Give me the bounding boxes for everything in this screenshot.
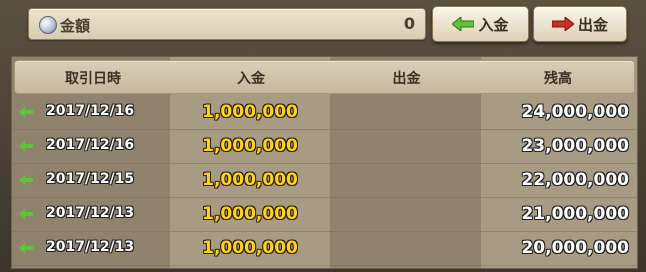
table-row: 2017/12/16 1,000,000 24,000,000 — [12, 97, 637, 130]
amount-value: 0 — [403, 14, 415, 33]
deposit-button-label: 入金 — [478, 15, 509, 34]
bank-panel: 金額 0 入金 出金 取引日時 入金 出金 残高 2017/12/16 1,00… — [0, 0, 646, 272]
row-date: 2017/12/13 — [46, 205, 135, 221]
row-balance: 24,000,000 — [521, 102, 629, 122]
deposit-arrow-icon — [19, 141, 33, 151]
header-withdraw: 出金 — [392, 71, 421, 87]
deposit-arrow-icon — [19, 107, 33, 117]
row-date: 2017/12/16 — [46, 103, 135, 119]
row-balance: 20,000,000 — [521, 238, 629, 258]
row-deposit: 1,000,000 — [202, 170, 298, 190]
amount-display: 金額 0 — [28, 8, 426, 40]
transaction-table: 取引日時 入金 出金 残高 2017/12/16 1,000,000 24,00… — [11, 56, 638, 269]
amount-label: 金額 — [60, 17, 91, 35]
row-balance: 22,000,000 — [521, 170, 629, 190]
row-date: 2017/12/16 — [46, 137, 135, 153]
arrow-left-icon — [452, 17, 475, 31]
row-date: 2017/12/15 — [46, 171, 135, 187]
table-row: 2017/12/13 1,000,000 20,000,000 — [12, 233, 637, 266]
deposit-arrow-icon — [19, 175, 33, 185]
table-row: 2017/12/13 1,000,000 21,000,000 — [12, 199, 637, 232]
header-date: 取引日時 — [65, 71, 121, 87]
withdraw-button[interactable]: 出金 — [533, 6, 627, 42]
row-balance: 23,000,000 — [521, 136, 629, 156]
deposit-arrow-icon — [19, 243, 33, 253]
header-deposit: 入金 — [237, 71, 265, 87]
row-balance: 21,000,000 — [521, 204, 629, 224]
deposit-arrow-icon — [19, 209, 33, 219]
table-row: 2017/12/15 1,000,000 22,000,000 — [12, 165, 637, 198]
table-header: 取引日時 入金 出金 残高 — [14, 60, 635, 94]
row-deposit: 1,000,000 — [202, 102, 298, 122]
table-row: 2017/12/16 1,000,000 23,000,000 — [12, 131, 637, 164]
withdraw-button-label: 出金 — [577, 15, 608, 34]
header-balance: 残高 — [544, 71, 572, 87]
arrow-right-icon — [551, 17, 574, 31]
coin-icon — [39, 16, 57, 34]
row-deposit: 1,000,000 — [202, 238, 298, 258]
deposit-button[interactable]: 入金 — [432, 6, 529, 42]
row-deposit: 1,000,000 — [202, 136, 298, 156]
row-date: 2017/12/13 — [46, 239, 135, 255]
row-deposit: 1,000,000 — [202, 204, 298, 224]
